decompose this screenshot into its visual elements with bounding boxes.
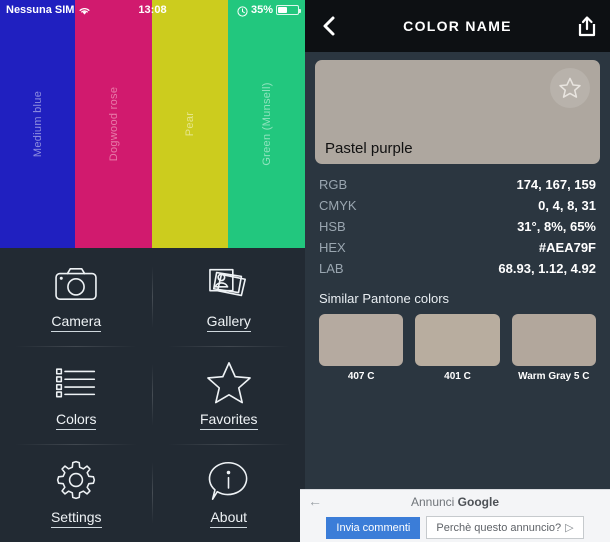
star-icon — [205, 360, 253, 404]
status-bar: Nessuna SIM 13:08 35% — [0, 0, 305, 20]
why-this-ad-label: Perchè questo annuncio? — [436, 522, 562, 534]
star-outline-icon — [559, 77, 581, 98]
menu-item-label: Colors — [56, 411, 97, 430]
menu-item-colors[interactable]: Colors — [0, 346, 153, 444]
color-stripe-label: Green (Munsell) — [260, 82, 273, 166]
menu-item-favorites[interactable]: Favorites — [153, 346, 306, 444]
why-this-ad-button[interactable]: Perchè questo annuncio? ▷ — [426, 516, 584, 539]
color-value-key: HEX — [319, 240, 346, 255]
list-icon — [52, 360, 100, 404]
menu-item-label: Camera — [51, 313, 102, 332]
color-stripe[interactable]: Dogwood rose — [75, 0, 152, 248]
color-stripes: Medium blue Dogwood rose Pear Green (Munsel… — [0, 0, 305, 248]
send-feedback-button[interactable]: Invia commenti — [326, 516, 421, 539]
battery-percent-label: 35% — [250, 4, 273, 16]
ad-choices-icon: ▷ — [565, 522, 574, 534]
color-value-number: 0, 4, 8, 31 — [538, 198, 596, 213]
menu-item-camera[interactable]: Camera — [0, 248, 153, 346]
menu-item-label: Settings — [50, 509, 102, 528]
battery-icon — [276, 5, 301, 15]
gallery-icon — [208, 269, 246, 297]
pantone-label: 407 C — [347, 371, 375, 382]
color-stripe[interactable]: Medium blue — [0, 0, 75, 248]
menu-item-about[interactable]: About — [153, 444, 306, 542]
color-value-key: HSB — [319, 219, 346, 234]
color-stripe-label: Pear — [184, 111, 196, 137]
star-icon — [206, 362, 251, 404]
color-swatch-card[interactable]: Pastel purple — [315, 60, 600, 164]
ad-title: Annunci Google — [411, 495, 499, 509]
color-stripe[interactable]: Pear — [152, 0, 228, 248]
back-button[interactable] — [317, 14, 341, 38]
left-panel: Medium blue Dogwood rose Pear Green (Munsel… — [0, 0, 305, 542]
pantone-item[interactable]: 407 C — [319, 314, 404, 382]
status-bar-right: 35% — [237, 4, 301, 17]
pantone-label: 401 C — [444, 371, 471, 382]
favorite-button[interactable] — [550, 68, 590, 108]
color-value-key: RGB — [319, 177, 348, 192]
color-value-row: HEX #AEA79F — [319, 237, 596, 258]
color-values-table: RGB 174, 167, 159 CMYK 0, 4, 8, 31 HSB 31°, 8… — [319, 174, 596, 279]
ad-title-brand: Google — [457, 495, 500, 509]
color-value-row: HSB 31°, 8%, 65% — [319, 216, 596, 237]
camera-icon — [55, 268, 98, 301]
share-button[interactable] — [574, 14, 598, 38]
gallery-icon — [205, 262, 253, 306]
detail-header: COLOR NAME — [305, 0, 610, 52]
color-value-number: #AEA79F — [538, 240, 596, 255]
google-ad-banner: ← Annunci Google Invia commenti Perchè q… — [300, 489, 610, 542]
page-title: COLOR NAME — [403, 18, 512, 34]
gear-icon — [57, 461, 96, 500]
camera-icon — [52, 262, 100, 306]
ad-title-prefix: Annunci — [410, 495, 458, 509]
color-value-key: CMYK — [319, 198, 357, 213]
gear-icon — [52, 458, 100, 502]
menu-item-label: Favorites — [199, 411, 258, 430]
alarm-icon — [237, 5, 248, 17]
list-icon — [56, 368, 96, 398]
menu-item-settings[interactable]: Settings — [0, 444, 153, 542]
menu-item-label: About — [210, 509, 248, 528]
chevron-left-icon — [323, 16, 335, 36]
ad-header: ← Annunci Google — [300, 493, 610, 511]
color-value-row: CMYK 0, 4, 8, 31 — [319, 195, 596, 216]
info-icon — [208, 461, 248, 500]
pantone-swatch[interactable] — [319, 314, 404, 366]
color-stripe-label: Dogwood rose — [107, 86, 120, 162]
arrow-left-icon[interactable]: ← — [308, 494, 322, 508]
swatch-color-name: Pastel purple — [325, 140, 413, 157]
pantone-swatch[interactable] — [511, 314, 596, 366]
menu-item-gallery[interactable]: Gallery — [153, 248, 306, 346]
detail-panel: COLOR NAME Pastel purple RGB 174, 167, 15… — [305, 0, 610, 542]
color-value-key: LAB — [319, 261, 344, 276]
main-menu-grid: Camera Gallery Colors Favorites Settings… — [0, 248, 305, 542]
pantone-item[interactable]: Warm Gray 5 C — [511, 314, 596, 382]
pantone-swatch-row: 407 C 401 C Warm Gray 5 C — [305, 314, 610, 382]
color-value-row: LAB 68.93, 1.12, 4.92 — [319, 258, 596, 279]
pantone-item[interactable]: 401 C — [415, 314, 500, 382]
share-icon — [578, 16, 596, 37]
color-value-number: 68.93, 1.12, 4.92 — [498, 261, 596, 276]
app-screen: Medium blue Dogwood rose Pear Green (Munsel… — [0, 0, 610, 542]
color-stripe-label: Medium blue — [31, 90, 44, 158]
color-stripe[interactable]: Green (Munsell) — [228, 0, 305, 248]
pantone-label: Warm Gray 5 C — [518, 371, 590, 382]
menu-item-label: Gallery — [206, 313, 251, 332]
pantone-section-title: Similar Pantone colors — [319, 291, 450, 306]
info-icon — [205, 458, 253, 502]
pantone-swatch[interactable] — [415, 314, 500, 366]
color-value-row: RGB 174, 167, 159 — [319, 174, 596, 195]
color-value-number: 31°, 8%, 65% — [517, 219, 596, 234]
color-value-number: 174, 167, 159 — [516, 177, 596, 192]
ad-buttons: Invia commenti Perchè questo annuncio? ▷ — [326, 516, 584, 539]
